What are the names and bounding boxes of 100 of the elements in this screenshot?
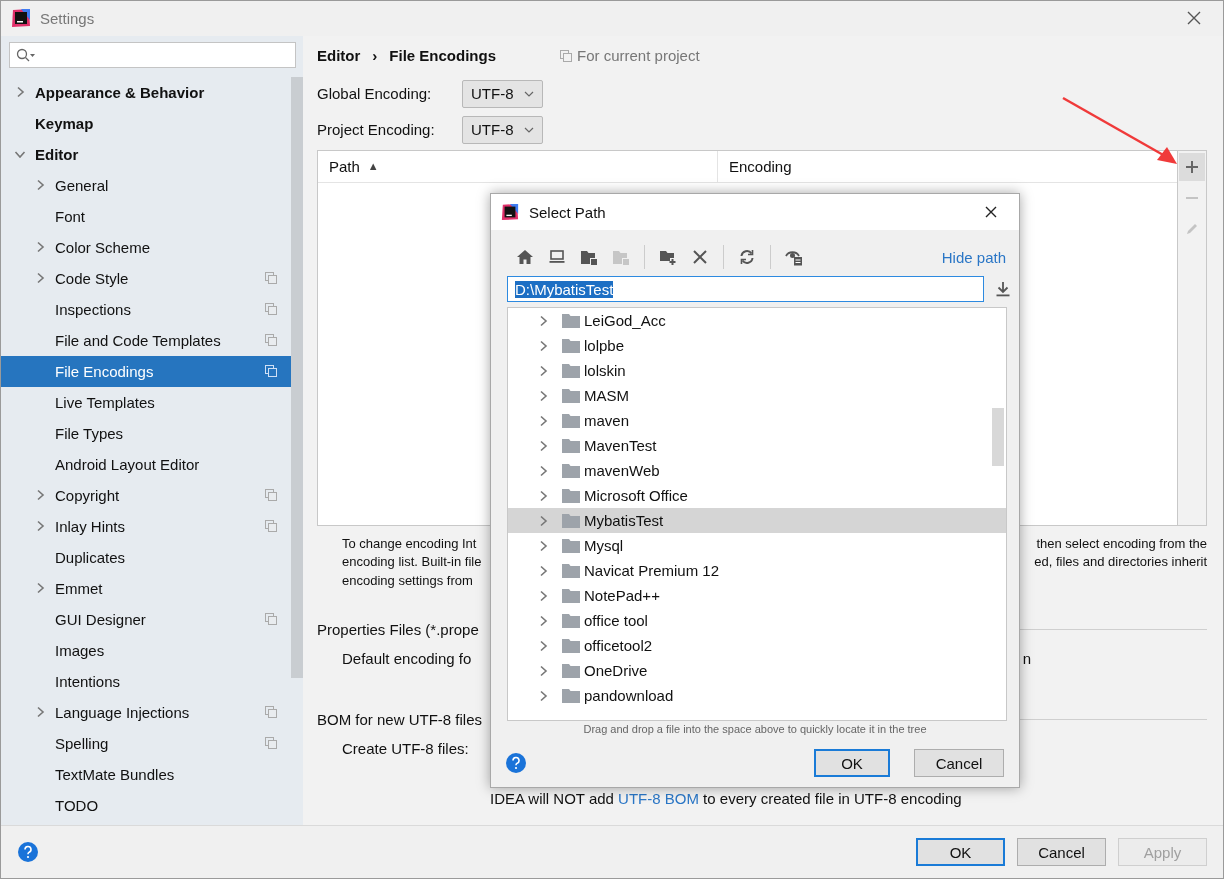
folder-item[interactable]: office tool: [508, 608, 1006, 633]
folder-icon[interactable]: [580, 248, 598, 266]
sidebar-item[interactable]: Intentions: [1, 665, 291, 697]
sidebar-item[interactable]: GUI Designer: [1, 603, 291, 635]
sidebar-item[interactable]: Editor: [1, 138, 291, 170]
section-title: BOM for new UTF-8 files: [317, 710, 483, 728]
chevron-icon: [538, 664, 548, 677]
sidebar-item[interactable]: File Encodings: [1, 355, 291, 387]
delete-icon[interactable]: [691, 248, 709, 266]
chevron-icon: [35, 179, 45, 192]
sidebar-item[interactable]: Inlay Hints: [1, 510, 291, 542]
encoding-dropdown[interactable]: UTF-8: [462, 79, 543, 108]
folder-item[interactable]: LeiGod_Acc: [508, 308, 1006, 333]
plus-icon: [1184, 158, 1200, 175]
sidebar-item[interactable]: Live Templates: [1, 386, 291, 418]
sidebar-item[interactable]: TODO: [1, 789, 291, 821]
column-header[interactable]: Encoding: [718, 150, 1177, 182]
folder-item[interactable]: maven: [508, 408, 1006, 433]
home-icon[interactable]: [516, 248, 534, 266]
folder-item[interactable]: MASM: [508, 383, 1006, 408]
sidebar-item[interactable]: Android Layout Editor: [1, 448, 291, 480]
scope-note: For current project: [577, 47, 700, 65]
project-scope-icon: [560, 49, 573, 62]
chevron-icon: [35, 272, 45, 285]
hide-path-link[interactable]: Hide path: [941, 248, 1006, 266]
desktop-icon[interactable]: [548, 248, 566, 266]
dialog-button[interactable]: OK: [814, 749, 890, 777]
chevron-icon: [538, 464, 548, 477]
help-icon[interactable]: [18, 842, 38, 863]
new-folder-icon[interactable]: [659, 248, 677, 266]
sidebar-item[interactable]: Code Style: [1, 262, 291, 294]
folder-item[interactable]: officetool2: [508, 633, 1006, 658]
folder-item[interactable]: lolskin: [508, 358, 1006, 383]
chevron-icon: [538, 589, 548, 602]
chevron-icon: [538, 339, 548, 352]
sidebar-item[interactable]: Emmet: [1, 572, 291, 604]
folder-item[interactable]: Mysql: [508, 533, 1006, 558]
add-button[interactable]: [1179, 152, 1205, 181]
help-icon[interactable]: [506, 753, 526, 773]
chevron-icon: [14, 149, 26, 160]
column-header[interactable]: Path ▲: [318, 150, 718, 182]
sidebar-item[interactable]: TextMate Bundles: [1, 758, 291, 790]
minus-icon: [1184, 196, 1200, 199]
folder-item[interactable]: lolpbe: [508, 333, 1006, 358]
folder-icon: [562, 563, 580, 578]
scrollbar-thumb[interactable]: [291, 76, 303, 678]
field-label: Global Encoding:: [317, 85, 433, 103]
dialog-button[interactable]: OK: [916, 838, 1005, 867]
setting-label: Default encoding fo: [342, 649, 472, 667]
folder-item[interactable]: OneDrive: [508, 658, 1006, 683]
folder-item[interactable]: pandownload: [508, 683, 1006, 708]
folder-icon: [562, 538, 580, 553]
chevron-icon: [35, 241, 45, 254]
folder-icon: [562, 463, 580, 478]
sidebar-item[interactable]: Keymap: [1, 107, 291, 139]
folder-item[interactable]: MybatisTest: [508, 508, 1006, 533]
folder-item[interactable]: NotePad++: [508, 583, 1006, 608]
breadcrumb: File Encodings: [389, 47, 497, 65]
folder-icon: [562, 438, 580, 453]
sidebar-item[interactable]: Images: [1, 634, 291, 666]
path-field[interactable]: D:\MybatisTest: [507, 276, 984, 302]
sidebar-item[interactable]: Spelling: [1, 727, 291, 759]
chevron-icon: [538, 564, 548, 577]
search-field[interactable]: [9, 41, 296, 68]
caret-icon: [523, 126, 534, 133]
sidebar-item[interactable]: General: [1, 169, 291, 201]
folder-item[interactable]: MavenTest: [508, 433, 1006, 458]
folder-icon: [562, 688, 580, 703]
sidebar-item[interactable]: Language Injections: [1, 696, 291, 728]
sidebar-item[interactable]: File Types: [1, 417, 291, 449]
breadcrumb-separator: ›: [372, 47, 378, 65]
folder-item[interactable]: mavenWeb: [508, 458, 1006, 483]
chevron-icon: [538, 689, 548, 702]
search-icon: [16, 47, 36, 62]
chevron-icon: [35, 582, 45, 595]
scrollbar-thumb[interactable]: [992, 408, 1004, 466]
utf8-bom-link[interactable]: UTF-8 BOM: [618, 790, 699, 808]
sidebar-item[interactable]: Font: [1, 200, 291, 232]
chevron-icon: [538, 614, 548, 627]
encoding-dropdown[interactable]: UTF-8: [462, 115, 543, 144]
dialog-button[interactable]: Cancel: [1017, 838, 1106, 867]
dialog-title: Select Path: [529, 203, 606, 221]
description-text: encoding list. Built-in file: [342, 554, 482, 570]
sidebar-item[interactable]: Inspections: [1, 293, 291, 325]
refresh-icon[interactable]: [738, 248, 756, 266]
sidebar-item[interactable]: File and Code Templates: [1, 324, 291, 356]
folder-item[interactable]: Navicat Premium 12: [508, 558, 1006, 583]
app-logo-icon: [11, 8, 31, 29]
chevron-icon: [538, 639, 548, 652]
sidebar-item[interactable]: Duplicates: [1, 541, 291, 573]
sidebar-item[interactable]: Copyright: [1, 479, 291, 511]
folder-item[interactable]: Microsoft Office: [508, 483, 1006, 508]
sidebar-item[interactable]: Color Scheme: [1, 231, 291, 263]
eye-icon[interactable]: [785, 248, 803, 266]
download-icon[interactable]: [995, 280, 1011, 298]
sidebar-item[interactable]: Appearance & Behavior: [1, 76, 291, 108]
close-icon[interactable]: [1187, 11, 1201, 26]
dialog-button[interactable]: Cancel: [914, 749, 1004, 777]
close-icon[interactable]: [985, 206, 997, 218]
description-text: ed, files and directories inherit: [1034, 554, 1207, 570]
